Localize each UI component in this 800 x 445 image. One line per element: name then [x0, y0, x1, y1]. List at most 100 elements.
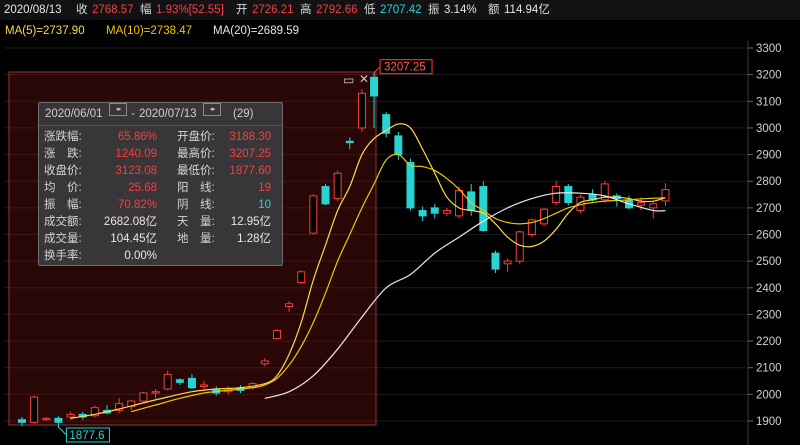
candle[interactable]: [272, 329, 281, 339]
low-marker-label: 1877.6: [69, 430, 104, 442]
y-tick-label: 2000: [756, 389, 782, 401]
stats-row: 成交量: 104.45亿 地 量: 1.28亿: [39, 231, 282, 248]
stats-panel-header: 2020/06/01 ◂▸ - 2020/07/13 ◂▸ (29): [39, 103, 282, 126]
candle[interactable]: [187, 377, 196, 389]
stats-label2: 阳 线:: [177, 182, 215, 194]
end-date-stepper-icon[interactable]: ◂▸: [203, 103, 221, 116]
stats-label: 均 价:: [44, 182, 82, 194]
stats-value: 70.82%: [117, 199, 157, 211]
y-tick-label: 2600: [756, 230, 782, 242]
stats-value: 25.68: [128, 182, 157, 194]
y-tick-label: 1900: [756, 416, 782, 428]
candle[interactable]: [139, 392, 148, 402]
y-tick-label: 2800: [756, 176, 782, 188]
y-tick-label: 3100: [756, 96, 782, 108]
y-tick-label: 3300: [756, 43, 782, 55]
high-marker-label: 3207.25: [384, 62, 426, 74]
stats-value2: 3188.30: [229, 131, 271, 143]
stats-label: 涨 跌:: [44, 148, 82, 160]
stats-row: 收盘价: 3123.08 最低价: 1877.60: [39, 163, 282, 180]
y-tick-label: 2500: [756, 256, 782, 268]
candle[interactable]: [309, 195, 318, 234]
stats-label: 涨跌幅:: [44, 131, 82, 143]
candle[interactable]: [175, 379, 184, 383]
stats-row: 振 幅: 70.82% 阴 线: 10: [39, 197, 282, 214]
zoom-box-icon[interactable]: ▭: [343, 73, 354, 87]
high-marker-leader: [373, 66, 381, 74]
stats-value2: 1.28亿: [237, 233, 271, 245]
candle[interactable]: [151, 391, 160, 394]
stats-label2: 最高价:: [177, 148, 215, 160]
start-date-stepper-icon[interactable]: ◂▸: [109, 103, 127, 116]
candle[interactable]: [540, 208, 549, 225]
range-separator: -: [131, 108, 135, 120]
candle[interactable]: [442, 210, 451, 214]
stats-label2: 阴 线:: [177, 199, 215, 211]
range-start-date: 2020/06/01: [45, 108, 103, 120]
y-tick-label: 2300: [756, 309, 782, 321]
stats-value: 3123.08: [115, 165, 157, 177]
stats-row: 成交额: 2682.08亿 天 量: 12.95亿: [39, 214, 282, 231]
stats-label2: 最低价:: [177, 165, 215, 177]
candle[interactable]: [394, 135, 403, 156]
stats-value2: 1877.60: [229, 165, 271, 177]
candle[interactable]: [163, 373, 172, 390]
stats-value: 0.00%: [124, 250, 157, 262]
candle[interactable]: [285, 303, 294, 307]
candle[interactable]: [552, 186, 561, 204]
stats-label: 成交额:: [44, 216, 82, 228]
candle[interactable]: [321, 186, 330, 205]
candle[interactable]: [18, 419, 26, 423]
stats-value: 104.45亿: [110, 233, 157, 245]
candle[interactable]: [297, 271, 306, 283]
stats-row: 涨 跌: 1240.09 最高价: 3207.25: [39, 146, 282, 163]
y-tick-label: 2900: [756, 150, 782, 162]
stats-value2: 19: [258, 182, 271, 194]
close-icon[interactable]: ✕: [359, 72, 369, 86]
candle[interactable]: [649, 203, 658, 209]
y-tick-label: 3200: [756, 70, 782, 82]
candle[interactable]: [491, 252, 500, 270]
candle[interactable]: [661, 189, 670, 202]
stats-row: 均 价: 25.68 阳 线: 19: [39, 180, 282, 197]
price-axis: 1900 2000 2100 2200 2300 2400 2500 2600 2700 2800…: [748, 43, 782, 428]
candle[interactable]: [30, 396, 39, 423]
stats-value2: 10: [258, 199, 271, 211]
candle[interactable]: [66, 413, 75, 418]
range-stats-panel: 2020/06/01 ◂▸ - 2020/07/13 ◂▸ (29) 涨跌幅: 6…: [38, 102, 283, 266]
candle[interactable]: [430, 207, 439, 214]
candle[interactable]: [455, 190, 464, 217]
y-tick-label: 2700: [756, 203, 782, 215]
stats-label: 成交量:: [44, 233, 82, 245]
candle[interactable]: [564, 186, 573, 204]
candle[interactable]: [260, 360, 269, 365]
candle[interactable]: [503, 260, 512, 265]
candle[interactable]: [370, 76, 379, 97]
candle[interactable]: [54, 417, 63, 423]
candle[interactable]: [42, 417, 51, 421]
stats-value2: 3207.25: [229, 148, 271, 160]
stats-value: 1240.09: [115, 148, 157, 160]
candle[interactable]: [637, 202, 646, 206]
candle[interactable]: [200, 384, 209, 387]
stats-label2: 开盘价:: [177, 131, 215, 143]
stats-label: 收盘价:: [44, 165, 82, 177]
stats-label: 振 幅:: [44, 199, 82, 211]
candle[interactable]: [467, 191, 476, 212]
stats-label: 换手率:: [44, 250, 82, 262]
range-end-date: 2020/07/13: [139, 108, 197, 120]
stats-row: 涨跌幅: 65.86% 开盘价: 3188.30: [39, 129, 282, 146]
candle[interactable]: [357, 92, 366, 129]
candle[interactable]: [345, 140, 354, 144]
stats-value2: 12.95亿: [230, 216, 271, 228]
low-marker-leader: [58, 426, 67, 436]
candle[interactable]: [406, 162, 415, 209]
range-day-count: (29): [233, 108, 254, 120]
y-tick-label: 2400: [756, 283, 782, 295]
y-tick-label: 2100: [756, 363, 782, 375]
stats-value: 65.86%: [117, 131, 157, 143]
candle[interactable]: [333, 172, 342, 200]
y-tick-label: 2200: [756, 336, 782, 348]
stats-label2: 天 量:: [177, 216, 215, 228]
candle[interactable]: [418, 210, 427, 217]
